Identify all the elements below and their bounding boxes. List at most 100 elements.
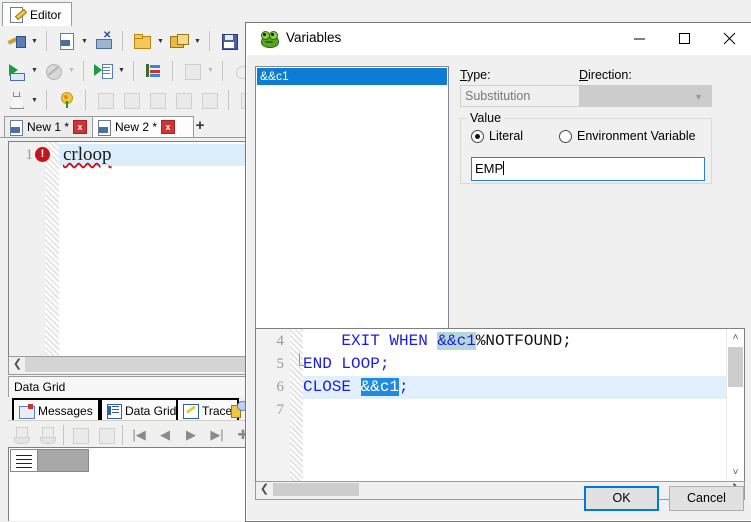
test-script-button[interactable] (3, 87, 29, 113)
copy-snippet-button (118, 87, 144, 113)
formatter-button[interactable] (53, 87, 79, 113)
toolbar-separator (209, 31, 210, 51)
toolbar-separator (122, 424, 123, 445)
auto-trace-dropdown-arrow: ▼ (207, 67, 214, 74)
toad-frog-icon (260, 31, 279, 48)
editor-line-text: crloop (63, 144, 112, 165)
document-tab-label: New 1 * (27, 120, 70, 134)
new-sql-button[interactable] (53, 28, 79, 54)
open-recent-dropdown-arrow[interactable]: ▼ (192, 29, 203, 53)
editor-tab[interactable]: Editor (2, 2, 73, 27)
close-tab-icon[interactable]: x (161, 120, 176, 134)
data-grid-icon (107, 403, 122, 419)
new-sql-dropdown-arrow[interactable]: ▼ (79, 29, 90, 53)
variables-dialog: Variables &&c1 Type: Substitution Direct… (245, 22, 751, 522)
code-line: CLOSE &&c1; (303, 376, 726, 399)
disconnect-button[interactable]: ✕ (90, 28, 116, 54)
variable-occurrence-highlight: &&c1 (437, 332, 476, 350)
toolbar-separator (85, 90, 86, 110)
ok-button[interactable]: OK (584, 486, 659, 511)
editor-tab-label: Editor (30, 7, 62, 22)
execute-script-button[interactable] (90, 58, 116, 84)
toolbar-separator (63, 424, 64, 445)
connect-dropdown-arrow[interactable]: ▼ (29, 29, 40, 53)
code-line-number: 4 (276, 333, 285, 349)
vscroll-thumb[interactable] (728, 347, 743, 387)
scroll-left-icon[interactable]: ❮ (258, 483, 271, 496)
open-file-dropdown-arrow[interactable]: ▼ (155, 29, 166, 53)
auto-trace-button (179, 58, 205, 84)
scroll-up-icon[interactable]: ˄ (727, 329, 744, 346)
toolbar-separator (46, 90, 47, 110)
prior-record-button: ◀ (160, 426, 170, 442)
error-marker-icon[interactable]: ! (35, 147, 50, 162)
value-group-label: Value (467, 111, 505, 125)
code-fold-icon[interactable] (299, 353, 307, 376)
document-tab-new-2[interactable]: New 2 * x (92, 116, 194, 137)
document-tab-new-1[interactable]: New 1 * x (4, 116, 100, 137)
connect-button[interactable] (3, 28, 29, 54)
execute-dropdown-arrow[interactable]: ▼ (29, 59, 40, 83)
close-icon[interactable] (707, 23, 751, 54)
hscroll-thumb[interactable] (273, 483, 359, 496)
sql-file-icon (97, 119, 111, 136)
radio-literal-dot (471, 129, 484, 143)
first-record-button: |◀ (132, 426, 146, 442)
refresh-grid-button (67, 423, 93, 447)
code-line-text: EXIT WHEN &&c1%NOTFOUND; (303, 332, 572, 350)
grid-column-header[interactable] (37, 449, 89, 472)
editor-gutter (9, 142, 45, 357)
editor-line-number: 1 (25, 147, 34, 163)
explain-plan-button[interactable] (140, 58, 166, 84)
save-button[interactable] (216, 28, 242, 54)
dialog-titlebar[interactable]: Variables (246, 23, 751, 55)
editor-icon (9, 6, 28, 23)
tab-label: Data Grid (125, 403, 177, 418)
dialog-title: Variables (286, 30, 342, 45)
messages-icon (19, 403, 35, 419)
test-script-dropdown-arrow[interactable]: ▼ (29, 88, 40, 112)
code-line-number: 7 (276, 402, 285, 418)
value-input-text: EMP (475, 161, 504, 176)
type-label: Type: (460, 68, 491, 82)
list-item[interactable]: &&c1 (257, 68, 447, 85)
trace-icon (183, 403, 199, 419)
radio-environment-dot (559, 129, 572, 143)
toolbar-separator (122, 31, 123, 51)
post-grid-button (93, 423, 119, 447)
execute-script-dropdown-arrow[interactable]: ▼ (116, 59, 127, 83)
save-snippet-button (144, 87, 170, 113)
close-tab-icon[interactable]: x (73, 120, 88, 134)
grid-menu-icon[interactable] (10, 449, 38, 472)
next-record-button: ▶ (186, 426, 196, 442)
variable-selection-highlight: &&c1 (360, 378, 400, 396)
execute-statement-button[interactable] (3, 58, 29, 84)
code-vertical-scrollbar[interactable]: ˄ ˅ (726, 329, 744, 481)
variables-listbox[interactable]: &&c1 (255, 66, 449, 333)
minimize-icon[interactable] (617, 23, 662, 54)
document-tab-label: New 2 * (115, 120, 158, 134)
toolbar-separator (172, 60, 173, 81)
new-document-tab-button[interactable]: + (189, 118, 211, 135)
open-file-button[interactable] (129, 28, 155, 54)
tab-label: Trace (202, 403, 233, 418)
radio-literal[interactable]: Literal (471, 129, 523, 143)
radio-literal-label: Literal (489, 129, 524, 143)
editor-change-bar (45, 142, 59, 357)
radio-environment-variable[interactable]: Environment Variable (559, 129, 696, 143)
scroll-down-icon[interactable]: ˅ (727, 464, 744, 481)
value-input[interactable]: EMP (471, 157, 705, 181)
code-preview-panel[interactable]: 4 EXIT WHEN &&c1%NOTFOUND; 5 END LOOP; 6… (255, 328, 745, 482)
toolbar-separator (83, 60, 84, 81)
direction-combobox: ▼ (579, 85, 712, 107)
code-line-text: CLOSE &&c1; (303, 378, 409, 396)
open-recent-button[interactable] (166, 28, 192, 54)
code-line-number: 5 (276, 356, 285, 372)
cancel-button[interactable]: Cancel (669, 486, 744, 511)
stop-execution-button (40, 58, 66, 84)
toolbar-separator (222, 60, 223, 81)
direction-label: Direction: (579, 68, 632, 82)
tab-label: Messages (38, 403, 93, 418)
maximize-icon[interactable] (662, 23, 707, 54)
scroll-left-icon[interactable]: ❮ (11, 358, 24, 371)
